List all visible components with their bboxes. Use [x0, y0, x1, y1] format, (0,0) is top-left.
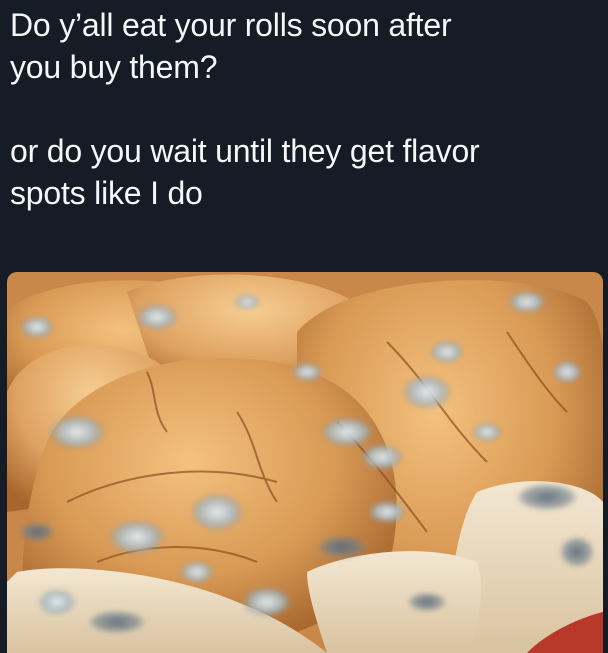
moldy-rolls-photo — [7, 272, 603, 653]
rolls-illustration — [7, 272, 603, 653]
caption-line-2: you buy them? — [10, 49, 218, 85]
meme-post: Do y’all eat your rolls soon after you b… — [0, 0, 608, 653]
post-text: Do y’all eat your rolls soon after you b… — [10, 4, 600, 214]
caption-line-4: spots like I do — [10, 175, 203, 211]
caption-line-1: Do y’all eat your rolls soon after — [10, 7, 452, 43]
caption-line-3: or do you wait until they get flavor — [10, 133, 480, 169]
